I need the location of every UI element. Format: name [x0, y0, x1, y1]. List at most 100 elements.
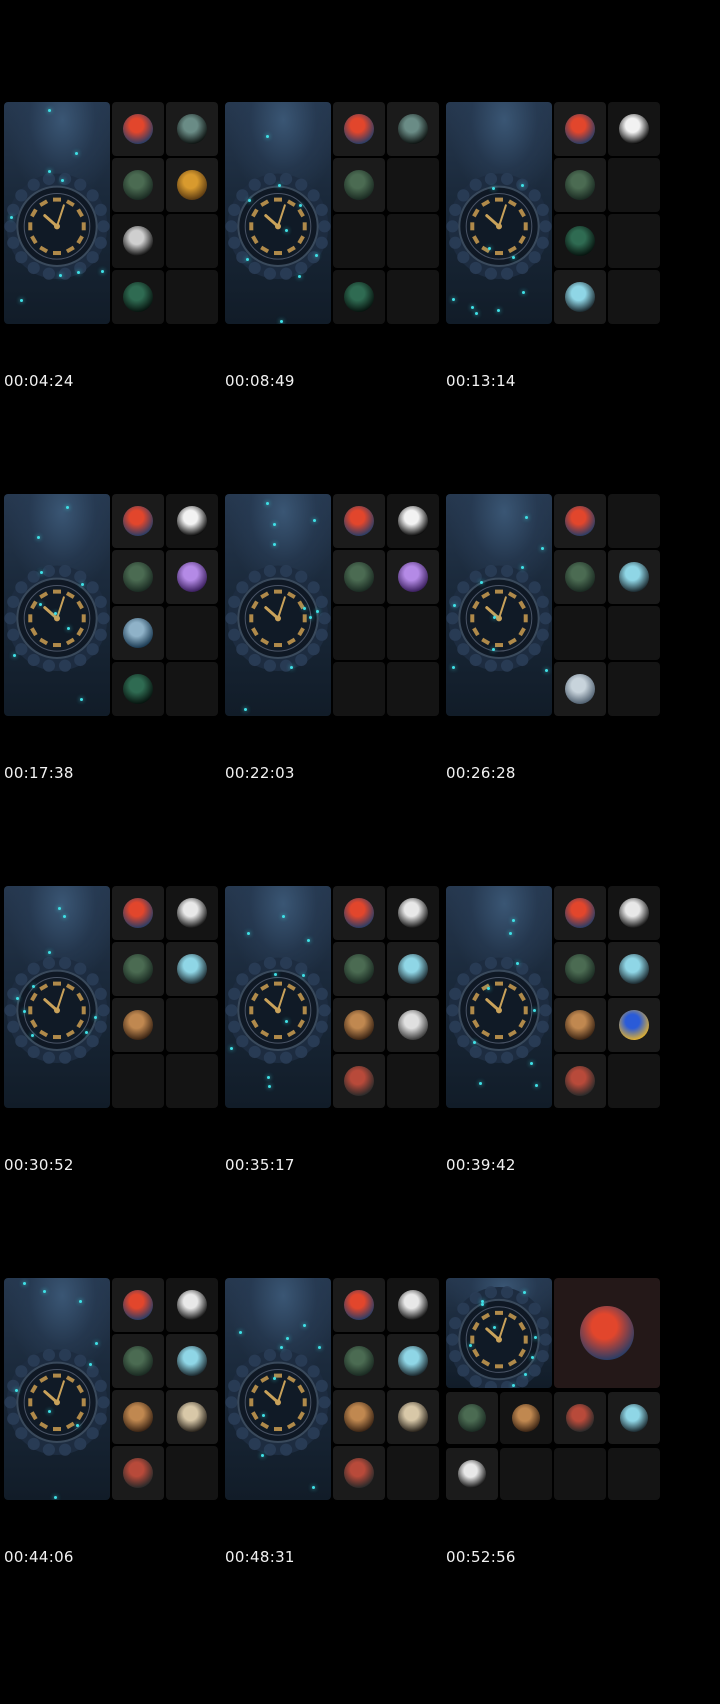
- participant-tile[interactable]: [166, 1446, 218, 1500]
- participant-tile[interactable]: [554, 662, 606, 716]
- frame-thumbnail[interactable]: 00:44:06: [0, 1176, 240, 1602]
- participant-tile[interactable]: [333, 606, 385, 660]
- participant-tile[interactable]: [387, 886, 439, 940]
- participant-tile[interactable]: [554, 270, 606, 324]
- participant-tile[interactable]: [166, 214, 218, 268]
- participant-tile[interactable]: [112, 942, 164, 996]
- participant-tile[interactable]: [112, 158, 164, 212]
- participant-tile[interactable]: [112, 998, 164, 1052]
- participant-tile[interactable]: [554, 102, 606, 156]
- participant-tile[interactable]: [608, 1392, 660, 1444]
- participant-tile[interactable]: [387, 1390, 439, 1444]
- frame-thumbnail[interactable]: 00:04:24: [0, 0, 240, 426]
- participant-tile[interactable]: [166, 1054, 218, 1108]
- participant-tile[interactable]: [166, 1390, 218, 1444]
- participant-tile[interactable]: [387, 1278, 439, 1332]
- participant-tile[interactable]: [387, 270, 439, 324]
- frame-thumbnail[interactable]: 00:39:42: [442, 784, 682, 1210]
- participant-tile[interactable]: [608, 158, 660, 212]
- participant-tile[interactable]: [500, 1448, 552, 1500]
- participant-tile[interactable]: [387, 550, 439, 604]
- participant-tile[interactable]: [333, 1446, 385, 1500]
- participant-tile[interactable]: [387, 494, 439, 548]
- participant-tile[interactable]: [387, 158, 439, 212]
- participant-tile[interactable]: [608, 998, 660, 1052]
- participant-tile[interactable]: [554, 942, 606, 996]
- participant-tile[interactable]: [608, 1054, 660, 1108]
- participant-tile[interactable]: [387, 1446, 439, 1500]
- participant-tile[interactable]: [112, 102, 164, 156]
- participant-tile[interactable]: [387, 1334, 439, 1388]
- participant-tile[interactable]: [608, 1448, 660, 1500]
- participant-tile[interactable]: [166, 886, 218, 940]
- participant-tile[interactable]: [554, 1448, 606, 1500]
- participant-tile[interactable]: [387, 1054, 439, 1108]
- participant-tile[interactable]: [554, 494, 606, 548]
- participant-tile[interactable]: [166, 494, 218, 548]
- participant-tile[interactable]: [333, 662, 385, 716]
- participant-tile[interactable]: [112, 550, 164, 604]
- participant-tile[interactable]: [112, 1278, 164, 1332]
- participant-tile[interactable]: [608, 102, 660, 156]
- participant-tile[interactable]: [333, 1334, 385, 1388]
- participant-tile[interactable]: [554, 998, 606, 1052]
- participant-tile[interactable]: [387, 942, 439, 996]
- participant-tile[interactable]: [333, 1054, 385, 1108]
- frame-thumbnail[interactable]: 00:35:17: [221, 784, 461, 1210]
- participant-tile[interactable]: [333, 886, 385, 940]
- participant-tile[interactable]: [333, 942, 385, 996]
- participant-tile[interactable]: [112, 1446, 164, 1500]
- participant-tile[interactable]: [387, 102, 439, 156]
- participant-tile[interactable]: [166, 158, 218, 212]
- participant-tile[interactable]: [112, 662, 164, 716]
- participant-tile[interactable]: [333, 1390, 385, 1444]
- participant-tile[interactable]: [112, 606, 164, 660]
- frame-thumbnail[interactable]: 00:52:56: [442, 1176, 682, 1602]
- frame-thumbnail[interactable]: 00:26:28: [442, 392, 682, 818]
- participant-tile[interactable]: [166, 1334, 218, 1388]
- frame-thumbnail[interactable]: 00:08:49: [221, 0, 461, 426]
- participant-tile[interactable]: [333, 102, 385, 156]
- frame-thumbnail[interactable]: 00:22:03: [221, 392, 461, 818]
- participant-tile[interactable]: [554, 1054, 606, 1108]
- participant-tile[interactable]: [387, 606, 439, 660]
- participant-tile[interactable]: [112, 886, 164, 940]
- participant-tile[interactable]: [166, 998, 218, 1052]
- participant-tile[interactable]: [166, 550, 218, 604]
- participant-tile[interactable]: [112, 1334, 164, 1388]
- participant-tile[interactable]: [554, 1392, 606, 1444]
- participant-tile[interactable]: [166, 606, 218, 660]
- participant-tile[interactable]: [166, 942, 218, 996]
- participant-tile[interactable]: [112, 1390, 164, 1444]
- participant-tile[interactable]: [608, 214, 660, 268]
- participant-tile[interactable]: [333, 1278, 385, 1332]
- participant-tile[interactable]: [166, 102, 218, 156]
- frame-thumbnail[interactable]: 00:48:31: [221, 1176, 461, 1602]
- participant-tile[interactable]: [333, 158, 385, 212]
- participant-tile[interactable]: [554, 214, 606, 268]
- participant-tile[interactable]: [166, 662, 218, 716]
- active-speaker-tile[interactable]: [554, 1278, 660, 1388]
- participant-tile[interactable]: [608, 606, 660, 660]
- frame-thumbnail[interactable]: 00:17:38: [0, 392, 240, 818]
- participant-tile[interactable]: [333, 494, 385, 548]
- participant-tile[interactable]: [446, 1392, 498, 1444]
- participant-tile[interactable]: [554, 886, 606, 940]
- participant-tile[interactable]: [608, 662, 660, 716]
- participant-tile[interactable]: [554, 606, 606, 660]
- participant-tile[interactable]: [112, 270, 164, 324]
- participant-tile[interactable]: [500, 1392, 552, 1444]
- participant-tile[interactable]: [387, 662, 439, 716]
- frame-thumbnail[interactable]: 00:30:52: [0, 784, 240, 1210]
- participant-tile[interactable]: [554, 550, 606, 604]
- participant-tile[interactable]: [608, 942, 660, 996]
- participant-tile[interactable]: [112, 494, 164, 548]
- participant-tile[interactable]: [333, 998, 385, 1052]
- participant-tile[interactable]: [387, 214, 439, 268]
- participant-tile[interactable]: [333, 270, 385, 324]
- participant-tile[interactable]: [333, 550, 385, 604]
- participant-tile[interactable]: [608, 550, 660, 604]
- participant-tile[interactable]: [608, 886, 660, 940]
- participant-tile[interactable]: [333, 214, 385, 268]
- participant-tile[interactable]: [554, 158, 606, 212]
